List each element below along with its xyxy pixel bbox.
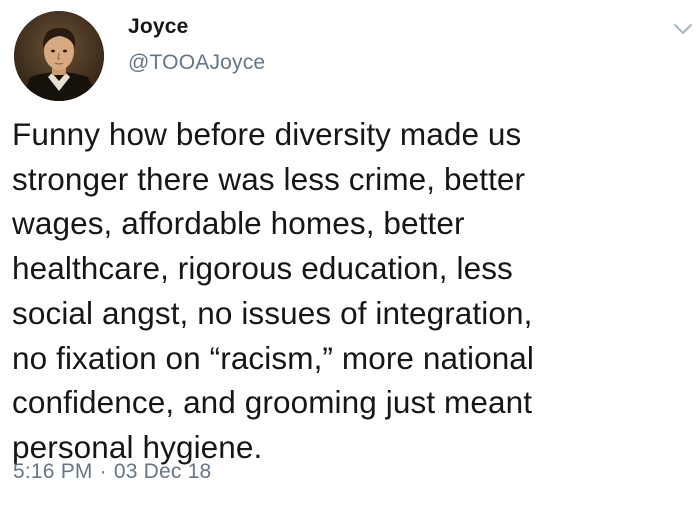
chevron-down-icon[interactable] bbox=[673, 22, 693, 36]
avatar[interactable] bbox=[14, 11, 104, 101]
portrait-avatar-icon bbox=[14, 11, 104, 101]
author-block: Joyce @TOOAJoyce bbox=[128, 14, 265, 76]
tweet-timestamp[interactable]: 5:16 PM · 03 Dec 18 bbox=[13, 459, 211, 485]
tweet-text: Funny how before diversity made us stron… bbox=[12, 116, 535, 465]
timestamp-separator: · bbox=[99, 460, 107, 483]
tweet-time: 5:16 PM bbox=[13, 460, 93, 483]
user-handle[interactable]: @TOOAJoyce bbox=[128, 50, 265, 76]
tweet-card: Joyce @TOOAJoyce Funny how before divers… bbox=[0, 0, 699, 513]
tweet-date: 03 Dec 18 bbox=[113, 460, 212, 483]
display-name[interactable]: Joyce bbox=[128, 14, 265, 40]
